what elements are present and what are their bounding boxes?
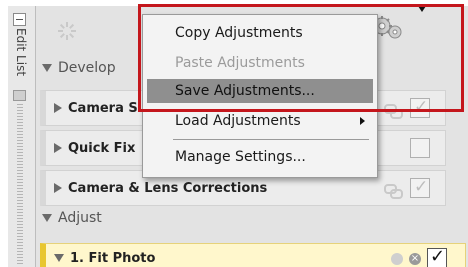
expand-icon[interactable]	[54, 183, 62, 193]
resize-grip[interactable]	[17, 104, 23, 264]
enable-checkbox[interactable]	[410, 138, 430, 158]
edit-list-label: Edit List	[14, 28, 28, 77]
menu-item-label: Load Adjustments	[175, 113, 301, 129]
edit-list-strip: Edit List	[8, 6, 36, 267]
row-label: Camera S	[68, 100, 138, 116]
link-icon	[384, 184, 403, 199]
spinner-icon	[58, 22, 76, 40]
adjust-section-label: Adjust	[58, 210, 102, 226]
row-label: Camera & Lens Corrections	[68, 180, 268, 196]
expand-icon[interactable]	[54, 143, 62, 153]
expand-icon[interactable]	[54, 254, 64, 262]
annotation-highlight-frame	[138, 4, 464, 112]
menu-item-load-adjustments[interactable]: Load Adjustments	[147, 109, 373, 133]
submenu-arrow-icon	[360, 117, 365, 125]
expand-icon	[42, 64, 52, 72]
menu-item-manage-settings[interactable]: Manage Settings...	[147, 145, 373, 169]
expand-icon[interactable]	[54, 103, 62, 113]
enable-checkbox[interactable]	[427, 246, 447, 267]
list-item-active[interactable]: 1. Fit Photo ×	[40, 243, 466, 267]
adjust-section-header[interactable]: Adjust	[42, 210, 102, 226]
collapse-button[interactable]	[13, 13, 26, 26]
enable-checkbox[interactable]	[410, 177, 430, 198]
develop-section-label: Develop	[58, 60, 116, 76]
panel-toggle-icon[interactable]	[13, 90, 26, 101]
row-label: Quick Fix	[68, 140, 136, 156]
close-icon[interactable]: ×	[409, 253, 421, 265]
menu-separator	[173, 139, 369, 140]
develop-section-header[interactable]: Develop	[42, 60, 116, 76]
status-icon	[391, 253, 403, 265]
row-label: 1. Fit Photo	[70, 250, 156, 266]
expand-icon	[42, 214, 52, 222]
